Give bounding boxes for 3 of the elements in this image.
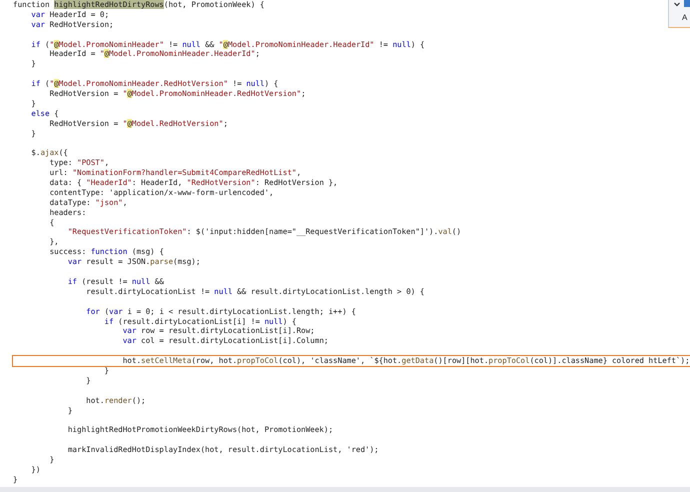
search-field[interactable] — [684, 0, 690, 7]
match-case-toggle[interactable]: A — [682, 13, 688, 22]
chevron-down-icon[interactable] — [674, 2, 680, 7]
